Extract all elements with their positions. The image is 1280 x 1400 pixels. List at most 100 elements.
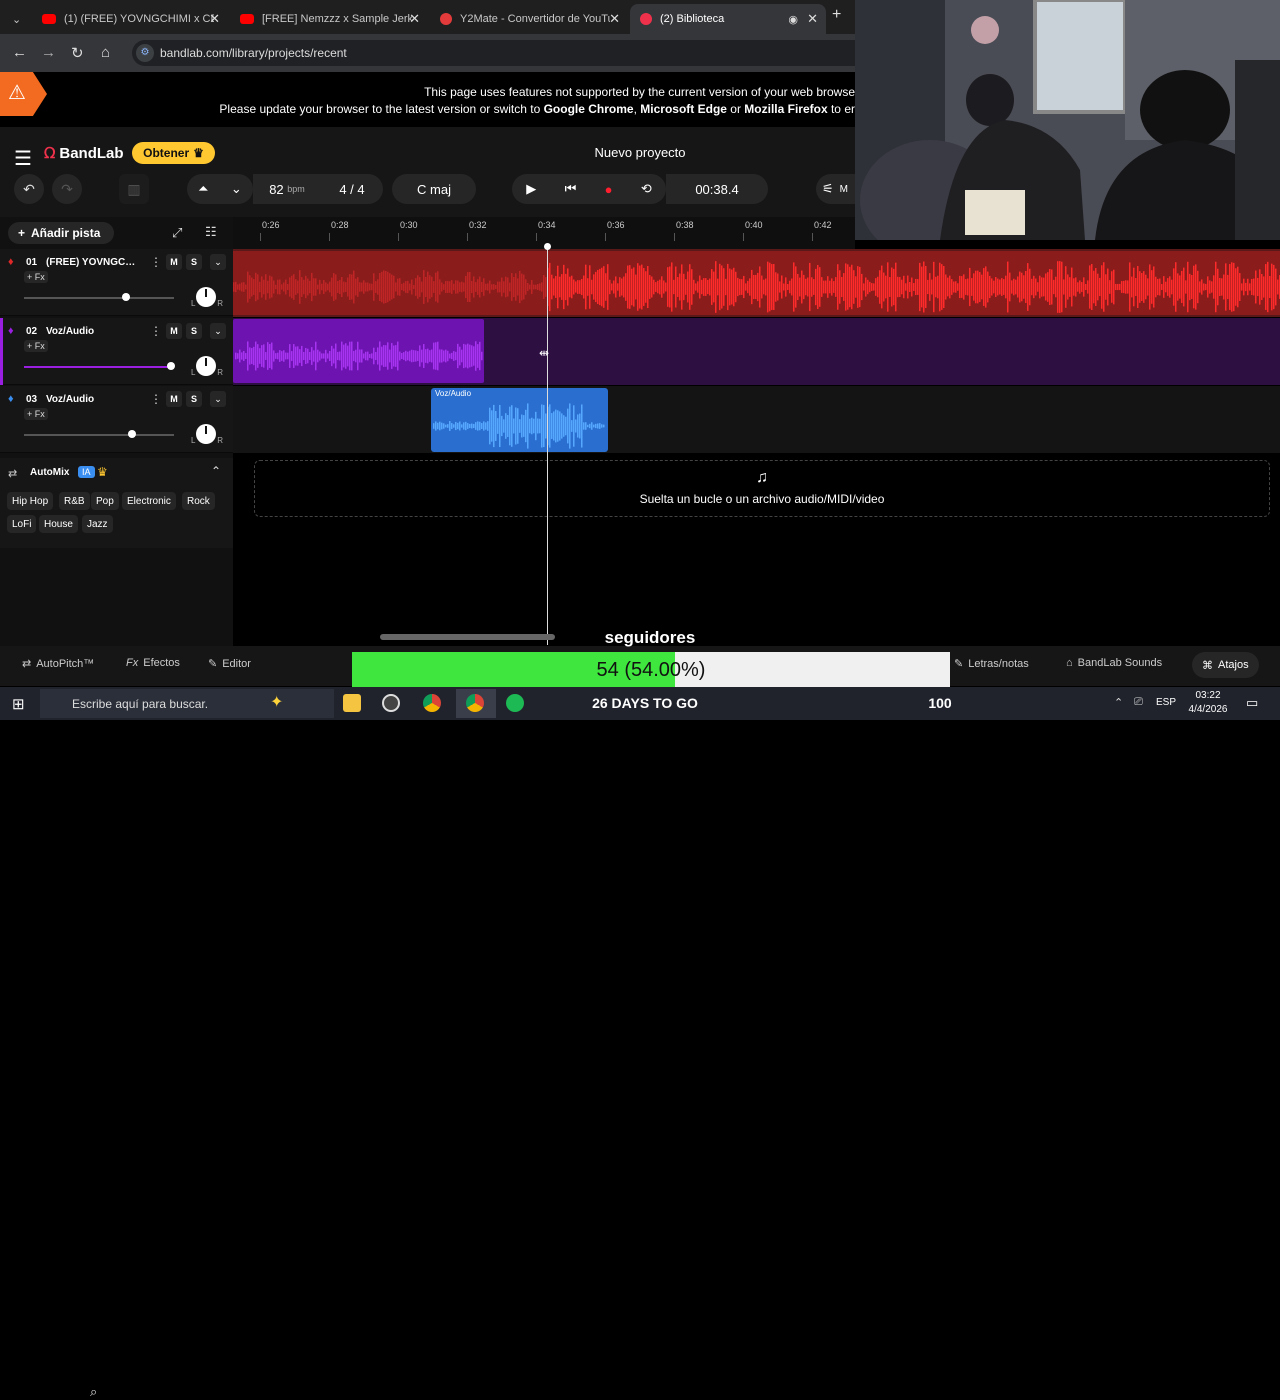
menu-icon[interactable]: ☰	[14, 146, 32, 171]
loop-icon[interactable]: ⟲	[641, 181, 652, 197]
genre-chip[interactable]: R&B	[59, 492, 90, 510]
track-lane-1[interactable]	[233, 249, 1280, 317]
new-tab-icon[interactable]: +	[832, 6, 841, 24]
tab-4-active[interactable]: (2) Biblioteca ◉ ✕	[630, 4, 826, 34]
volume-slider[interactable]	[24, 297, 174, 299]
genre-chip[interactable]: Electronic	[122, 492, 176, 510]
chevron-down-icon[interactable]: ⌄	[210, 323, 226, 339]
track-lane-2[interactable]	[233, 318, 1280, 385]
record-icon[interactable]: ●	[605, 182, 613, 197]
taskbar-search[interactable]: ⌕ Escribe aquí para buscar.	[40, 689, 334, 1399]
collapse-icon[interactable]: ⌃	[211, 464, 221, 478]
site-info-icon[interactable]: ⚙	[136, 44, 154, 62]
play-icon[interactable]: ▶	[526, 181, 536, 197]
horizontal-scrollbar[interactable]	[380, 634, 555, 640]
bpm-field[interactable]: 82 bpm	[253, 174, 321, 204]
mute-button[interactable]: M	[166, 323, 182, 339]
volume-slider-handle[interactable]	[128, 430, 136, 438]
volume-slider[interactable]	[24, 366, 174, 368]
genre-chip[interactable]: Rock	[182, 492, 215, 510]
tab-2[interactable]: [FREE] Nemzzz x Sample Jerk Ty ✕	[230, 4, 428, 34]
piano-button[interactable]: ▥	[119, 174, 149, 204]
automation-icon[interactable]: ⤢	[172, 225, 182, 241]
track-lane-3[interactable]: Voz/Audio	[233, 386, 1280, 453]
track-header-1[interactable]: ♦01(FREE) YOVNGCHIMI x CDot+ Fx⋮MS⌄LR	[0, 249, 233, 316]
close-tab-icon[interactable]: ✕	[807, 11, 818, 27]
undo-button[interactable]: ↶	[14, 174, 44, 204]
lyrics-button[interactable]: ✎ Letras/notas	[954, 657, 1029, 671]
tray-chevron-icon[interactable]: ⌃	[1114, 696, 1123, 709]
more-options-icon[interactable]: ⋮	[150, 324, 162, 338]
chevron-down-icon[interactable]: ⌄	[210, 254, 226, 270]
editor-button[interactable]: ✎ Editor	[208, 657, 251, 671]
home-icon[interactable]: ⌂	[101, 44, 110, 61]
solo-button[interactable]: S	[186, 391, 202, 407]
close-tab-icon[interactable]: ✕	[409, 11, 420, 27]
add-fx-button[interactable]: + Fx	[24, 340, 48, 352]
waveform-track-3[interactable]	[233, 386, 1280, 453]
track-name[interactable]: Voz/Audio	[46, 394, 142, 405]
windows-start-icon[interactable]: ⊞	[12, 695, 25, 713]
metronome-button[interactable]: ⏶ ⌄	[187, 174, 253, 204]
chrome-icon[interactable]	[423, 694, 441, 712]
genre-chip[interactable]: Hip Hop	[7, 492, 54, 510]
solo-button[interactable]: S	[186, 254, 202, 270]
solo-button[interactable]: S	[186, 323, 202, 339]
obtener-button[interactable]: Obtener ♛	[132, 142, 215, 164]
track-name[interactable]: (FREE) YOVNGCHIMI x CDot	[46, 257, 142, 268]
playhead[interactable]	[547, 245, 548, 645]
taskbar-clock[interactable]: 03:22 4/4/2026	[1184, 689, 1232, 717]
network-icon[interactable]: ⎚	[1134, 696, 1143, 709]
reload-icon[interactable]: ↻	[71, 44, 84, 62]
key-selector[interactable]: C maj	[392, 174, 476, 204]
time-signature[interactable]: 4 / 4	[321, 174, 383, 204]
genre-chip[interactable]: Pop	[91, 492, 119, 510]
forward-icon[interactable]: →	[41, 44, 56, 61]
tab-1[interactable]: (1) (FREE) YOVNGCHIMI x CDot ✕	[32, 4, 228, 34]
url-field[interactable]: bandlab.com/library/projects/recent	[132, 40, 855, 66]
app-icon[interactable]	[382, 694, 400, 712]
file-explorer-icon[interactable]	[343, 694, 361, 712]
waveform-bar	[937, 275, 939, 299]
genre-chip[interactable]: LoFi	[7, 515, 37, 533]
chrome-icon[interactable]	[466, 694, 484, 712]
volume-slider[interactable]	[24, 434, 174, 436]
playhead-handle[interactable]	[544, 243, 551, 250]
tab-list-button[interactable]: ⌄	[2, 4, 32, 34]
back-icon[interactable]: ←	[12, 44, 27, 61]
add-fx-button[interactable]: + Fx	[24, 271, 48, 283]
track-header-2[interactable]: ♦ 02 Voz/Audio + Fx ⋮ M S ⌄ L R	[0, 318, 233, 385]
chevron-down-icon[interactable]: ⌄	[210, 391, 226, 407]
track-name[interactable]: Voz/Audio	[46, 326, 142, 337]
volume-slider-handle[interactable]	[167, 362, 175, 370]
genre-chip[interactable]: Jazz	[82, 515, 113, 533]
add-track-button[interactable]: + Añadir pista	[8, 222, 114, 244]
bandlab-logo[interactable]: ᘯ BandLab	[44, 145, 124, 162]
track-settings-icon[interactable]: ☷	[205, 224, 217, 240]
track-header-3[interactable]: ♦ 03 Voz/Audio + Fx ⋮ M S ⌄ L R	[0, 386, 233, 453]
tab-3[interactable]: Y2Mate - Convertidor de YouTu ✕	[430, 4, 628, 34]
notifications-icon[interactable]: ▭	[1246, 695, 1258, 711]
mute-button[interactable]: M	[166, 391, 182, 407]
bandlab-sounds-button[interactable]: ⌂ BandLab Sounds	[1066, 657, 1162, 669]
genre-chip[interactable]: House	[39, 515, 78, 533]
close-tab-icon[interactable]: ✕	[209, 11, 220, 27]
close-tab-icon[interactable]: ✕	[609, 11, 620, 27]
autopitch-button[interactable]: ⇄ AutoPitch™	[22, 657, 94, 671]
volume-slider-handle[interactable]	[122, 293, 130, 301]
waveform-track-2[interactable]	[233, 318, 1280, 385]
project-title[interactable]: Nuevo proyecto	[540, 145, 740, 160]
shortcuts-button[interactable]: ⌘ Atajos	[1192, 652, 1259, 678]
more-options-icon[interactable]: ⋮	[150, 255, 162, 269]
skip-back-icon[interactable]: ⏮	[565, 181, 577, 197]
add-fx-button[interactable]: + Fx	[24, 408, 48, 420]
waveform-track-1[interactable]	[233, 249, 1280, 317]
more-options-icon[interactable]: ⋮	[150, 392, 162, 406]
effects-button[interactable]: Fx Efectos	[126, 657, 180, 669]
spotify-icon[interactable]	[506, 694, 524, 712]
mixer-button[interactable]: ⚟ M	[816, 174, 855, 204]
mute-button[interactable]: M	[166, 254, 182, 270]
language-indicator[interactable]: ESP	[1156, 697, 1176, 708]
waveform-bar	[485, 283, 487, 291]
redo-button[interactable]: ↷	[52, 174, 82, 204]
